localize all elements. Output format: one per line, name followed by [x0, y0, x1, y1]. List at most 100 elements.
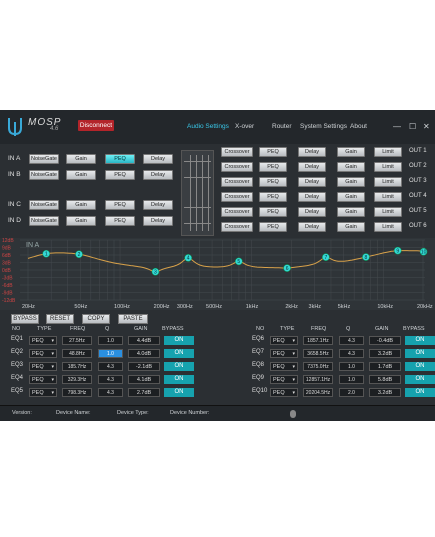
output-crossover-button[interactable]: Crossover — [221, 177, 253, 187]
output-peq-button[interactable]: PEQ — [259, 177, 287, 187]
output-limit-button[interactable]: Limit — [374, 192, 402, 202]
output-limit-button[interactable]: Limit — [374, 162, 402, 172]
eq-gain-field[interactable]: 4.1dB — [128, 375, 160, 384]
output-limit-button[interactable]: Limit — [374, 177, 402, 187]
eq-freq-field[interactable]: 798.3Hz — [62, 388, 92, 397]
eq-type-select[interactable]: PEQ ▾ — [29, 375, 57, 384]
disconnect-button[interactable]: Disconnect — [78, 120, 114, 131]
output-crossover-button[interactable]: Crossover — [221, 162, 253, 172]
input-delay-button[interactable]: Delay — [143, 216, 173, 226]
eq-gain-field[interactable]: 3.2dB — [369, 388, 401, 397]
eq-bypass-toggle[interactable]: ON — [405, 362, 435, 371]
output-delay-button[interactable]: Delay — [298, 162, 326, 172]
nav-system-settings[interactable]: System Settings — [300, 123, 347, 130]
eq-type-select[interactable]: PEQ ▾ — [270, 336, 298, 345]
input-peq-button[interactable]: PEQ — [105, 154, 135, 164]
eq-q-field[interactable]: 4.3 — [339, 336, 364, 345]
eq-bypass-toggle[interactable]: ON — [405, 336, 435, 345]
input-gain-button[interactable]: Gain — [66, 216, 96, 226]
eq-type-select[interactable]: PEQ ▾ — [270, 388, 298, 397]
output-peq-button[interactable]: PEQ — [259, 147, 287, 157]
output-gain-button[interactable]: Gain — [337, 222, 365, 232]
input-delay-button[interactable]: Delay — [143, 200, 173, 210]
input-gain-button[interactable]: Gain — [66, 154, 96, 164]
eq-gain-field[interactable]: 1.7dB — [369, 362, 401, 371]
eq-gain-field[interactable]: -0.4dB — [369, 336, 401, 345]
eq-gain-field[interactable]: 4.0dB — [128, 349, 160, 358]
eq-gain-field[interactable]: 3.2dB — [369, 349, 401, 358]
nav-xover[interactable]: X-over — [235, 123, 254, 130]
output-crossover-button[interactable]: Crossover — [221, 207, 253, 217]
output-gain-button[interactable]: Gain — [337, 207, 365, 217]
input-noisegate-button[interactable]: NoiseGate — [29, 170, 59, 180]
eq-freq-field[interactable]: 3658.5Hz — [303, 349, 333, 358]
output-limit-button[interactable]: Limit — [374, 207, 402, 217]
output-peq-button[interactable]: PEQ — [259, 222, 287, 232]
copy-button[interactable]: COPY — [82, 314, 110, 324]
eq-freq-field[interactable]: 12857.1Hz — [303, 375, 333, 384]
output-gain-button[interactable]: Gain — [337, 192, 365, 202]
eq-response-graph[interactable]: 12dB 9dB6dB 3dB0dB -3dB-6dB -9dB-12dB 20Hz 50H… — [0, 238, 435, 310]
eq-bypass-toggle[interactable]: ON — [164, 362, 194, 371]
eq-freq-field[interactable]: 185.7Hz — [62, 362, 92, 371]
input-delay-button[interactable]: Delay — [143, 154, 173, 164]
output-limit-button[interactable]: Limit — [374, 147, 402, 157]
input-peq-button[interactable]: PEQ — [105, 200, 135, 210]
eq-q-field[interactable]: 4.3 — [98, 362, 123, 371]
output-delay-button[interactable]: Delay — [298, 177, 326, 187]
eq-bypass-toggle[interactable]: ON — [164, 375, 194, 384]
eq-q-field[interactable]: 2.0 — [339, 388, 364, 397]
eq-q-field[interactable]: 1.0 — [98, 336, 123, 345]
output-peq-button[interactable]: PEQ — [259, 162, 287, 172]
input-gain-button[interactable]: Gain — [66, 170, 96, 180]
bypass-button[interactable]: BYPASS — [11, 314, 39, 324]
input-gain-button[interactable]: Gain — [66, 200, 96, 210]
output-gain-button[interactable]: Gain — [337, 177, 365, 187]
eq-gain-field[interactable]: 4.4dB — [128, 336, 160, 345]
eq-type-select[interactable]: PEQ ▾ — [29, 362, 57, 371]
eq-q-field[interactable]: 4.3 — [98, 388, 123, 397]
eq-bypass-toggle[interactable]: ON — [405, 375, 435, 384]
input-noisegate-button[interactable]: NoiseGate — [29, 200, 59, 210]
output-delay-button[interactable]: Delay — [298, 207, 326, 217]
paste-button[interactable]: PASTE — [118, 314, 148, 324]
routing-matrix[interactable] — [181, 150, 214, 236]
eq-type-select[interactable]: PEQ ▾ — [29, 349, 57, 358]
eq-q-field[interactable]: 1.0 — [98, 349, 123, 358]
eq-bypass-toggle[interactable]: ON — [164, 349, 194, 358]
output-peq-button[interactable]: PEQ — [259, 207, 287, 217]
eq-bypass-toggle[interactable]: ON — [405, 388, 435, 397]
output-delay-button[interactable]: Delay — [298, 147, 326, 157]
eq-bypass-toggle[interactable]: ON — [164, 336, 194, 345]
eq-freq-field[interactable]: 27.5Hz — [62, 336, 92, 345]
eq-q-field[interactable]: 1.0 — [339, 362, 364, 371]
input-delay-button[interactable]: Delay — [143, 170, 173, 180]
eq-freq-field[interactable]: 48.8Hz — [62, 349, 92, 358]
eq-freq-field[interactable]: 329.3Hz — [62, 375, 92, 384]
eq-q-field[interactable]: 4.3 — [98, 375, 123, 384]
output-delay-button[interactable]: Delay — [298, 192, 326, 202]
eq-gain-field[interactable]: -2.1dB — [128, 362, 160, 371]
eq-freq-field[interactable]: 1857.1Hz — [303, 336, 333, 345]
minimize-icon[interactable]: — — [393, 122, 401, 131]
eq-gain-field[interactable]: 2.7dB — [128, 388, 160, 397]
output-limit-button[interactable]: Limit — [374, 222, 402, 232]
nav-router[interactable]: Router — [272, 123, 292, 130]
maximize-icon[interactable]: ☐ — [409, 122, 416, 131]
output-gain-button[interactable]: Gain — [337, 147, 365, 157]
eq-bypass-toggle[interactable]: ON — [405, 349, 435, 358]
input-peq-button[interactable]: PEQ — [105, 170, 135, 180]
reset-button[interactable]: RESET — [46, 314, 74, 324]
output-delay-button[interactable]: Delay — [298, 222, 326, 232]
nav-about[interactable]: About — [350, 123, 367, 130]
input-noisegate-button[interactable]: NoiseGate — [29, 154, 59, 164]
output-crossover-button[interactable]: Crossover — [221, 192, 253, 202]
input-noisegate-button[interactable]: NoiseGate — [29, 216, 59, 226]
eq-bypass-toggle[interactable]: ON — [164, 388, 194, 397]
eq-freq-field[interactable]: 20204.5Hz — [303, 388, 333, 397]
output-crossover-button[interactable]: Crossover — [221, 222, 253, 232]
output-crossover-button[interactable]: Crossover — [221, 147, 253, 157]
eq-type-select[interactable]: PEQ ▾ — [29, 388, 57, 397]
eq-type-select[interactable]: PEQ ▾ — [29, 336, 57, 345]
eq-gain-field[interactable]: 5.8dB — [369, 375, 401, 384]
